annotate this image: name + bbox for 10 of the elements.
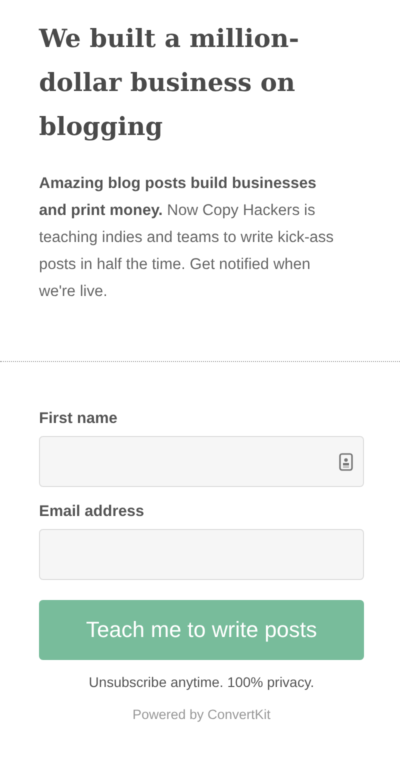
submit-button[interactable]: Teach me to write posts bbox=[39, 600, 364, 660]
input-field[interactable] bbox=[39, 436, 364, 487]
field-label: First name bbox=[39, 410, 118, 428]
contact-card-icon[interactable] bbox=[339, 452, 353, 470]
powered-by-link[interactable]: Powered by ConvertKit bbox=[39, 707, 364, 722]
field-label: Email address bbox=[39, 503, 146, 521]
headline: We built a million-dollar business on blogging bbox=[39, 23, 300, 143]
intro-paragraph: Amazing blog posts build businesses and print money. Now Copy Hackers is teaching indies and teams to write kick-ass posts in half the time. Get notified when we're live. bbox=[39, 174, 335, 302]
privacy-note: Unsubscribe anytime. 100% privacy. bbox=[88, 674, 316, 690]
input-field[interactable] bbox=[39, 529, 364, 580]
